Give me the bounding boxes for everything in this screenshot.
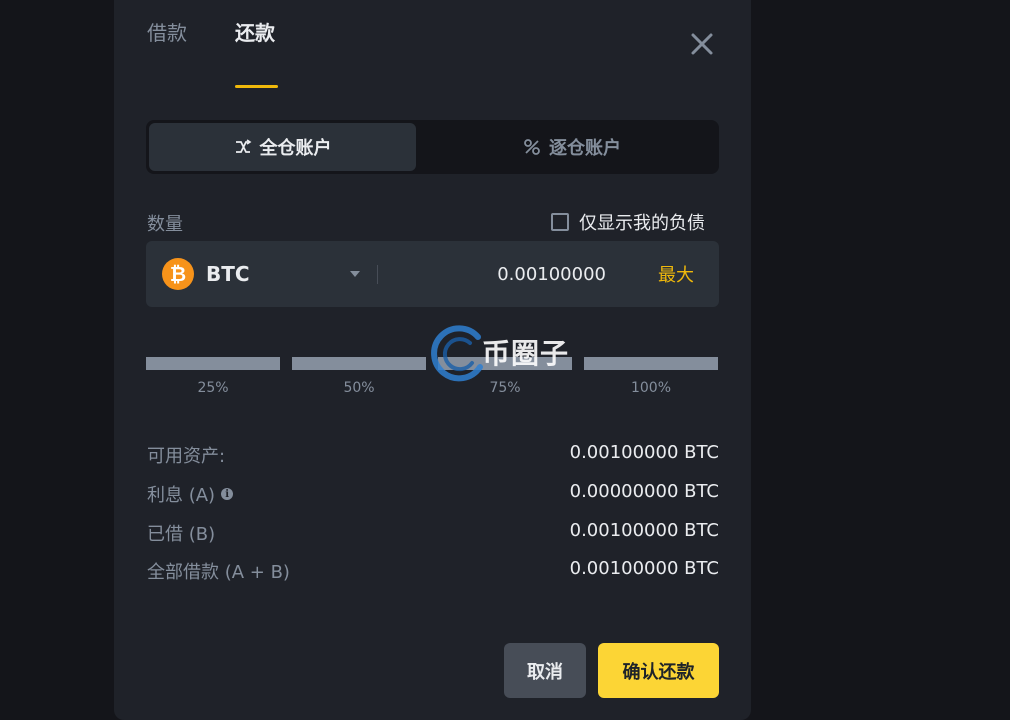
isolated-margin-label: 逐仓账户 [549,138,621,159]
chevron-down-icon[interactable] [350,271,360,277]
slider-segment-100[interactable] [584,357,718,370]
watermark: 币圈子 [430,323,580,383]
cancel-button[interactable]: 取消 [504,643,586,698]
total-label: 全部借款 (A + B) [147,558,290,584]
btc-icon: ₿ [162,258,194,290]
isolated-margin-option[interactable]: 逐仓账户 [432,123,712,171]
borrowed-label: 已借 (B) [147,520,215,546]
slider-segment-25[interactable] [146,357,280,370]
interest-value: 0.00000000 BTC [569,481,719,502]
total-value: 0.00100000 BTC [569,558,719,579]
account-type-switch: 全仓账户 逐仓账户 [146,120,719,174]
info-icon[interactable]: i [221,488,234,500]
max-button[interactable]: 最大 [658,261,694,287]
borrowed-label-text: 已借 (B) [147,524,216,545]
close-button[interactable] [688,30,716,58]
tab-borrow[interactable]: 借款 [147,20,187,46]
slider-label-50: 50% [343,380,375,396]
watermark-text: 币圈子 [482,337,570,370]
close-icon [691,33,713,55]
available-label: 可用资产: [147,442,225,468]
slider-label-25: 25% [197,380,229,396]
interest-label-text: 利息 (A) [147,485,216,506]
cross-margin-option[interactable]: 全仓账户 [149,123,416,171]
repay-modal: 借款 还款 全仓账户 逐仓账户 数量 仅显示我的负债 ₿ BTC 0.00100… [114,0,751,720]
slider-segment-50[interactable] [292,357,426,370]
divider [377,265,378,284]
borrowed-value: 0.00100000 BTC [569,520,719,541]
tab-repay[interactable]: 还款 [235,20,275,46]
percent-icon [524,139,540,155]
debt-only-label: 仅显示我的负债 [579,213,705,234]
confirm-repay-button[interactable]: 确认还款 [598,643,719,698]
available-value: 0.00100000 BTC [569,442,719,463]
watermark-logo-icon [431,325,483,382]
interest-label: 利息 (A) i [147,481,234,507]
amount-input[interactable] [396,258,606,290]
shuffle-icon [235,139,251,153]
active-tab-indicator [235,85,278,88]
amount-box: ₿ BTC 最大 [146,241,719,307]
coin-select[interactable]: ₿ BTC [162,258,250,290]
quantity-label: 数量 [147,214,183,235]
slider-label-100: 100% [630,380,672,396]
total-label-text: 全部借款 (A + B) [147,562,290,583]
available-label-text: 可用资产: [147,446,226,467]
debt-only-checkbox[interactable] [551,213,569,231]
debt-only-toggle[interactable]: 仅显示我的负债 [551,209,705,235]
cross-margin-label: 全仓账户 [259,138,332,159]
coin-name: BTC [206,262,250,286]
